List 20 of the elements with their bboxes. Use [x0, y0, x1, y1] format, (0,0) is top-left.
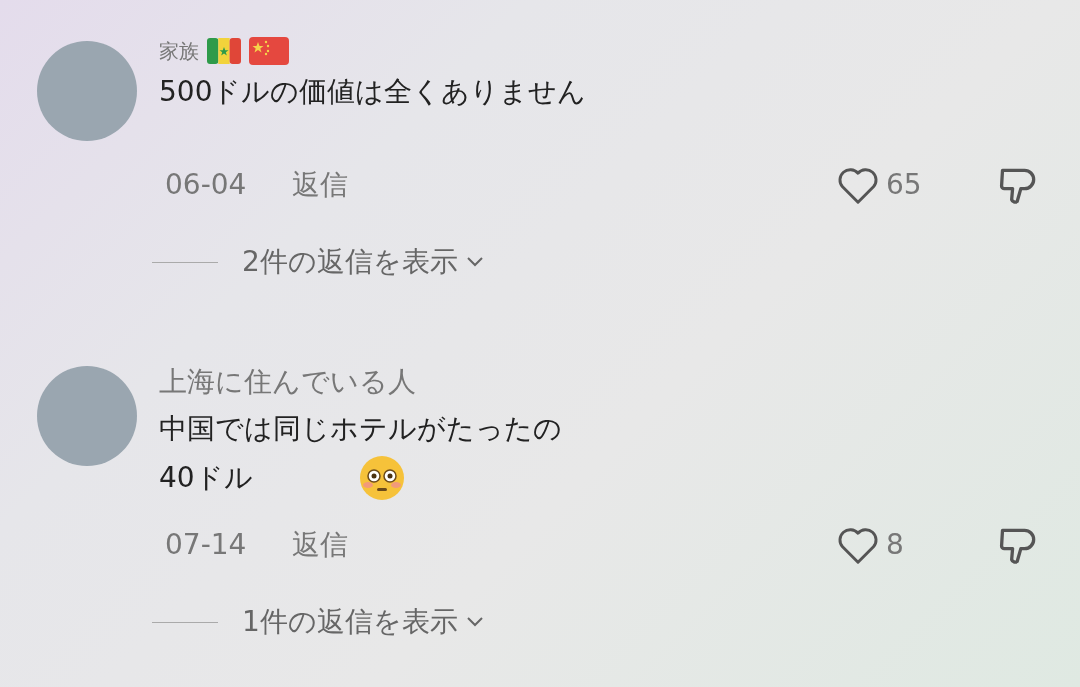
comment-text: 500ドルの価値は全くありません	[159, 74, 587, 110]
like-button[interactable]: 65	[836, 164, 946, 206]
view-replies-button[interactable]: 2件の返信を表示	[242, 241, 484, 283]
username[interactable]: 家族	[159, 36, 199, 66]
reply-button[interactable]: 返信	[292, 164, 349, 206]
flushed-face-icon	[358, 455, 405, 501]
heart-icon	[836, 165, 880, 205]
comment-text: 中国では同じホテルがたったの	[159, 411, 562, 447]
comment-date: 06-04	[165, 167, 247, 203]
view-replies-button[interactable]: 1件の返信を表示	[242, 601, 484, 643]
flag-icon	[207, 38, 241, 64]
comment-text: 40ドル	[159, 460, 253, 496]
reply-button[interactable]: 返信	[292, 524, 349, 566]
flag-icon	[249, 37, 289, 65]
username[interactable]: 上海に住んでいる人	[159, 361, 416, 403]
like-button[interactable]: 8	[836, 524, 946, 566]
heart-icon	[836, 525, 880, 565]
chevron-down-icon	[465, 256, 484, 268]
chevron-down-icon	[465, 616, 484, 628]
comment-date: 07-14	[165, 527, 247, 563]
